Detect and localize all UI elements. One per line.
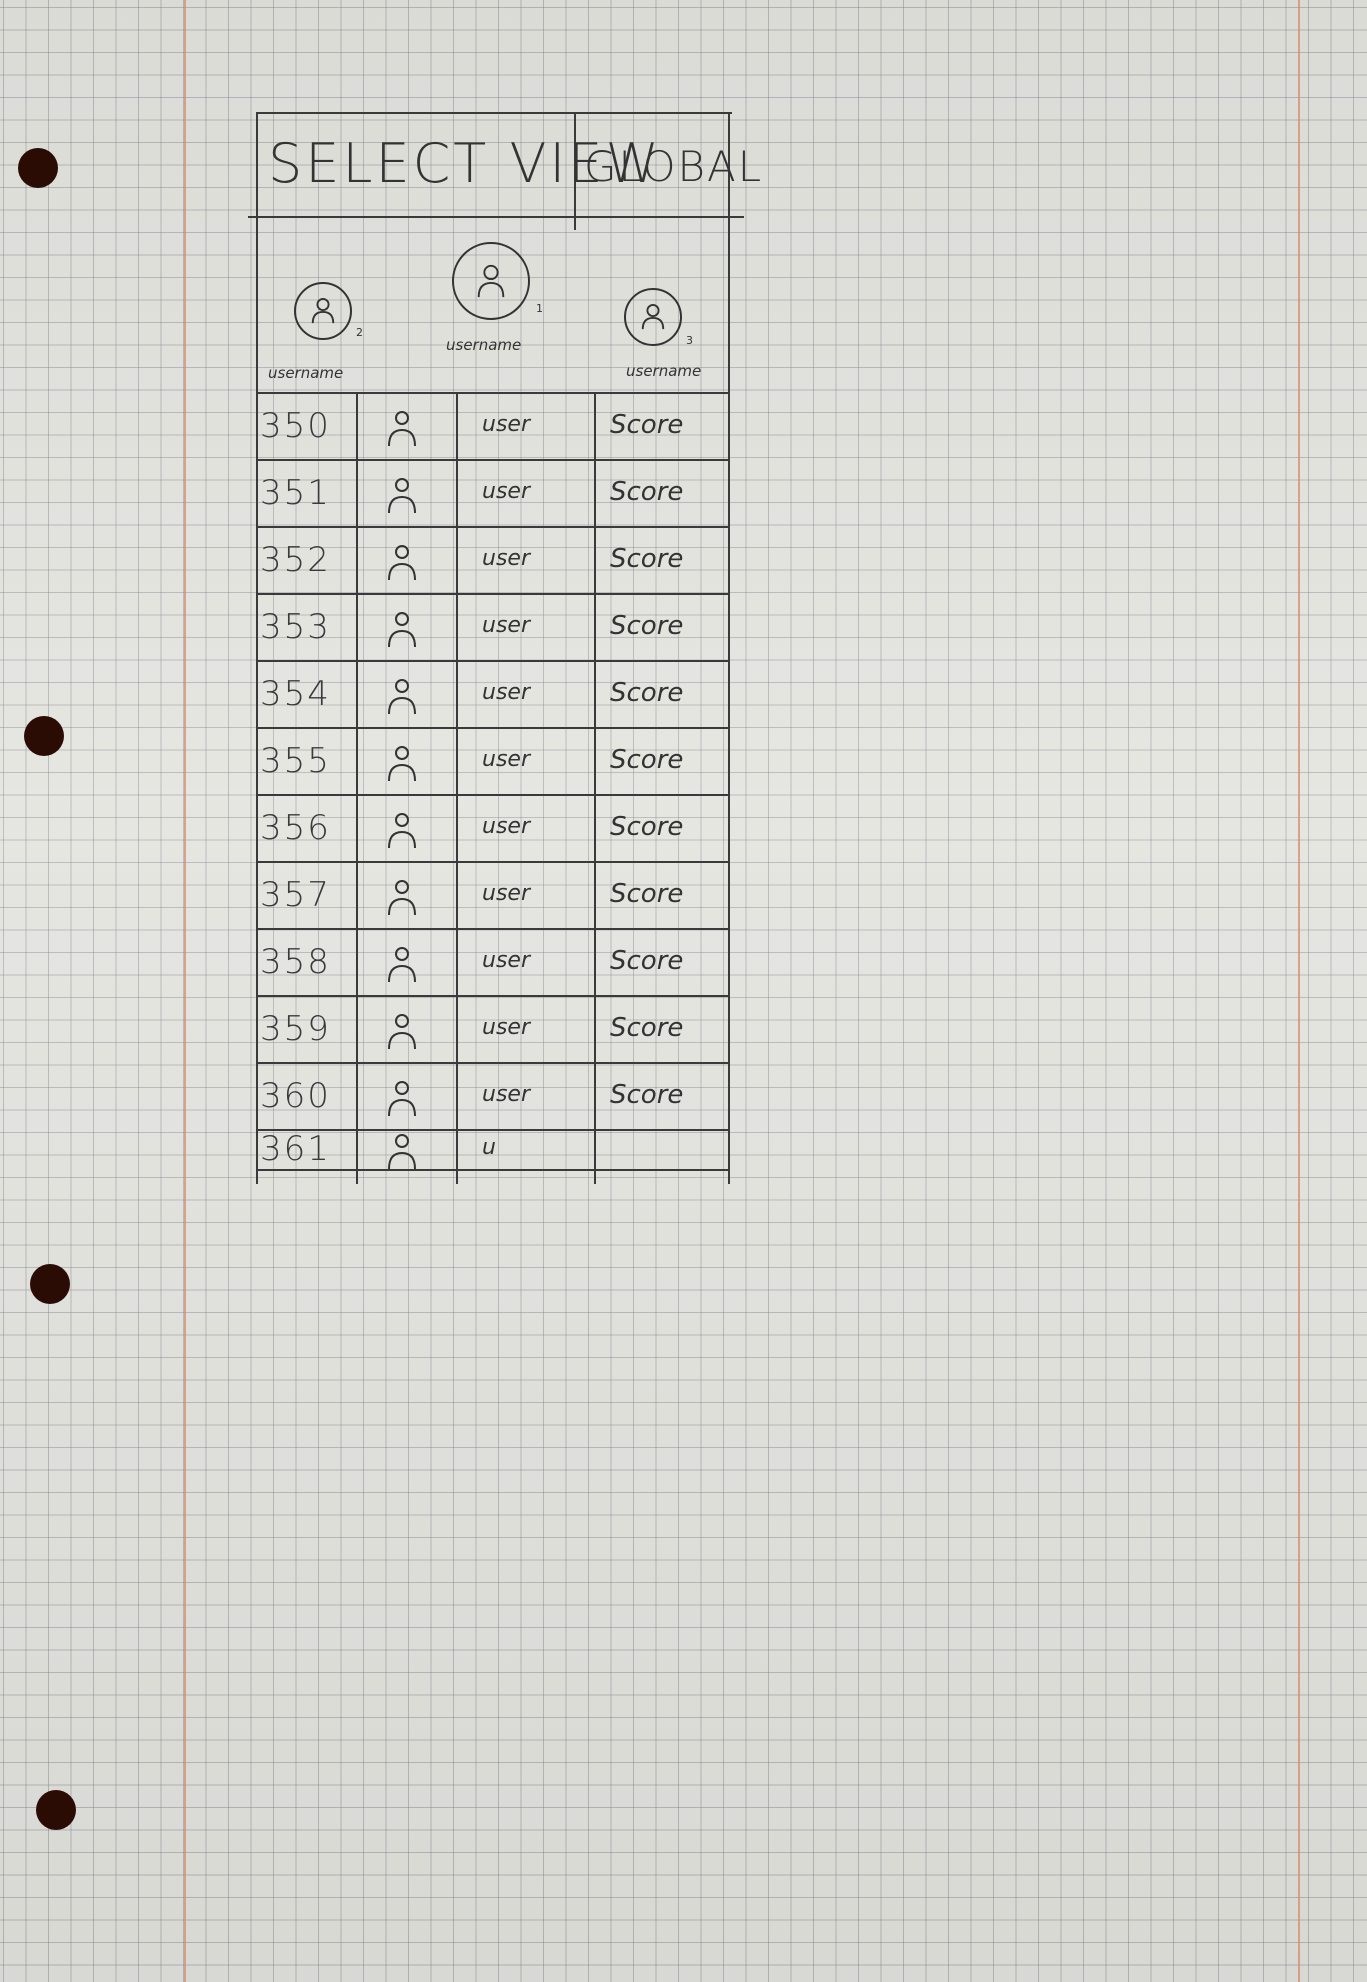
row-rank: 358 <box>260 941 331 982</box>
punch-hole <box>18 148 58 188</box>
row-rank: 356 <box>260 807 331 848</box>
left-margin-line <box>184 0 186 1982</box>
row-score: Score <box>610 1012 684 1043</box>
user-icon <box>384 743 420 783</box>
podium-first-rank: 1 <box>536 302 543 315</box>
podium-second-username: username <box>268 364 344 382</box>
row-user: u <box>482 1135 496 1160</box>
user-icon <box>384 1078 420 1118</box>
row-score: Score <box>610 1079 684 1110</box>
table-row[interactable]: 353 user Score <box>256 595 732 662</box>
user-icon <box>384 944 420 984</box>
row-user: user <box>482 880 530 906</box>
row-rank: 357 <box>260 874 331 915</box>
user-icon <box>384 1131 420 1171</box>
table-row[interactable]: 360 user Score <box>256 1064 732 1131</box>
row-user: user <box>482 411 530 437</box>
row-score: Score <box>610 945 684 976</box>
table-row[interactable]: 361 u <box>256 1129 732 1171</box>
podium-third-rank: 3 <box>686 334 693 347</box>
user-icon <box>477 264 505 298</box>
user-icon <box>384 877 420 917</box>
user-icon <box>384 408 420 448</box>
row-user: user <box>482 478 530 504</box>
table-row[interactable]: 355 user Score <box>256 729 732 796</box>
podium-second-avatar[interactable] <box>294 282 352 340</box>
row-rank: 353 <box>260 606 331 647</box>
podium-third-avatar[interactable] <box>624 288 682 346</box>
row-rank: 350 <box>260 405 331 446</box>
table-row[interactable]: 350 user Score <box>256 394 732 461</box>
table-row[interactable]: 357 user Score <box>256 863 732 930</box>
user-icon <box>384 1011 420 1051</box>
row-rank: 359 <box>260 1008 331 1049</box>
row-rank: 351 <box>260 472 331 513</box>
user-icon <box>384 609 420 649</box>
row-score: Score <box>610 610 684 641</box>
user-icon <box>384 676 420 716</box>
table-row[interactable]: 356 user Score <box>256 796 732 863</box>
right-margin-line <box>1298 0 1300 1982</box>
table-row[interactable]: 358 user Score <box>256 930 732 997</box>
punch-hole <box>36 1790 76 1830</box>
row-user: user <box>482 947 530 973</box>
user-icon <box>384 542 420 582</box>
user-icon <box>384 810 420 850</box>
row-score: Score <box>610 744 684 775</box>
podium-first-username: username <box>446 336 522 354</box>
row-rank: 352 <box>260 539 331 580</box>
row-user: user <box>482 545 530 571</box>
row-rank: 355 <box>260 740 331 781</box>
table-row[interactable]: 354 user Score <box>256 662 732 729</box>
global-toggle[interactable]: GLOBAL <box>584 142 763 191</box>
podium-second-rank: 2 <box>356 326 363 339</box>
table-row[interactable]: 351 user Score <box>256 461 732 528</box>
row-rank: 354 <box>260 673 331 714</box>
podium-third-username: username <box>626 362 702 380</box>
table-row[interactable]: 359 user Score <box>256 997 732 1064</box>
punch-hole <box>30 1264 70 1304</box>
user-icon <box>384 475 420 515</box>
row-rank: 361 <box>260 1129 331 1169</box>
leaderboard-wireframe: SELECT VIEW GLOBAL 2 username 1 username… <box>248 112 761 1188</box>
table-row[interactable]: 352 user Score <box>256 528 732 595</box>
row-user: user <box>482 679 530 705</box>
user-icon <box>641 303 665 330</box>
punch-hole <box>24 716 64 756</box>
row-user: user <box>482 1081 530 1107</box>
user-icon <box>311 297 335 324</box>
row-user: user <box>482 746 530 772</box>
podium-first-avatar[interactable] <box>452 242 530 320</box>
row-user: user <box>482 813 530 839</box>
row-score: Score <box>610 543 684 574</box>
row-score: Score <box>610 811 684 842</box>
row-rank: 360 <box>260 1075 331 1116</box>
row-score: Score <box>610 878 684 909</box>
row-score: Score <box>610 476 684 507</box>
row-user: user <box>482 612 530 638</box>
row-score: Score <box>610 409 684 440</box>
row-score: Score <box>610 677 684 708</box>
row-user: user <box>482 1014 530 1040</box>
